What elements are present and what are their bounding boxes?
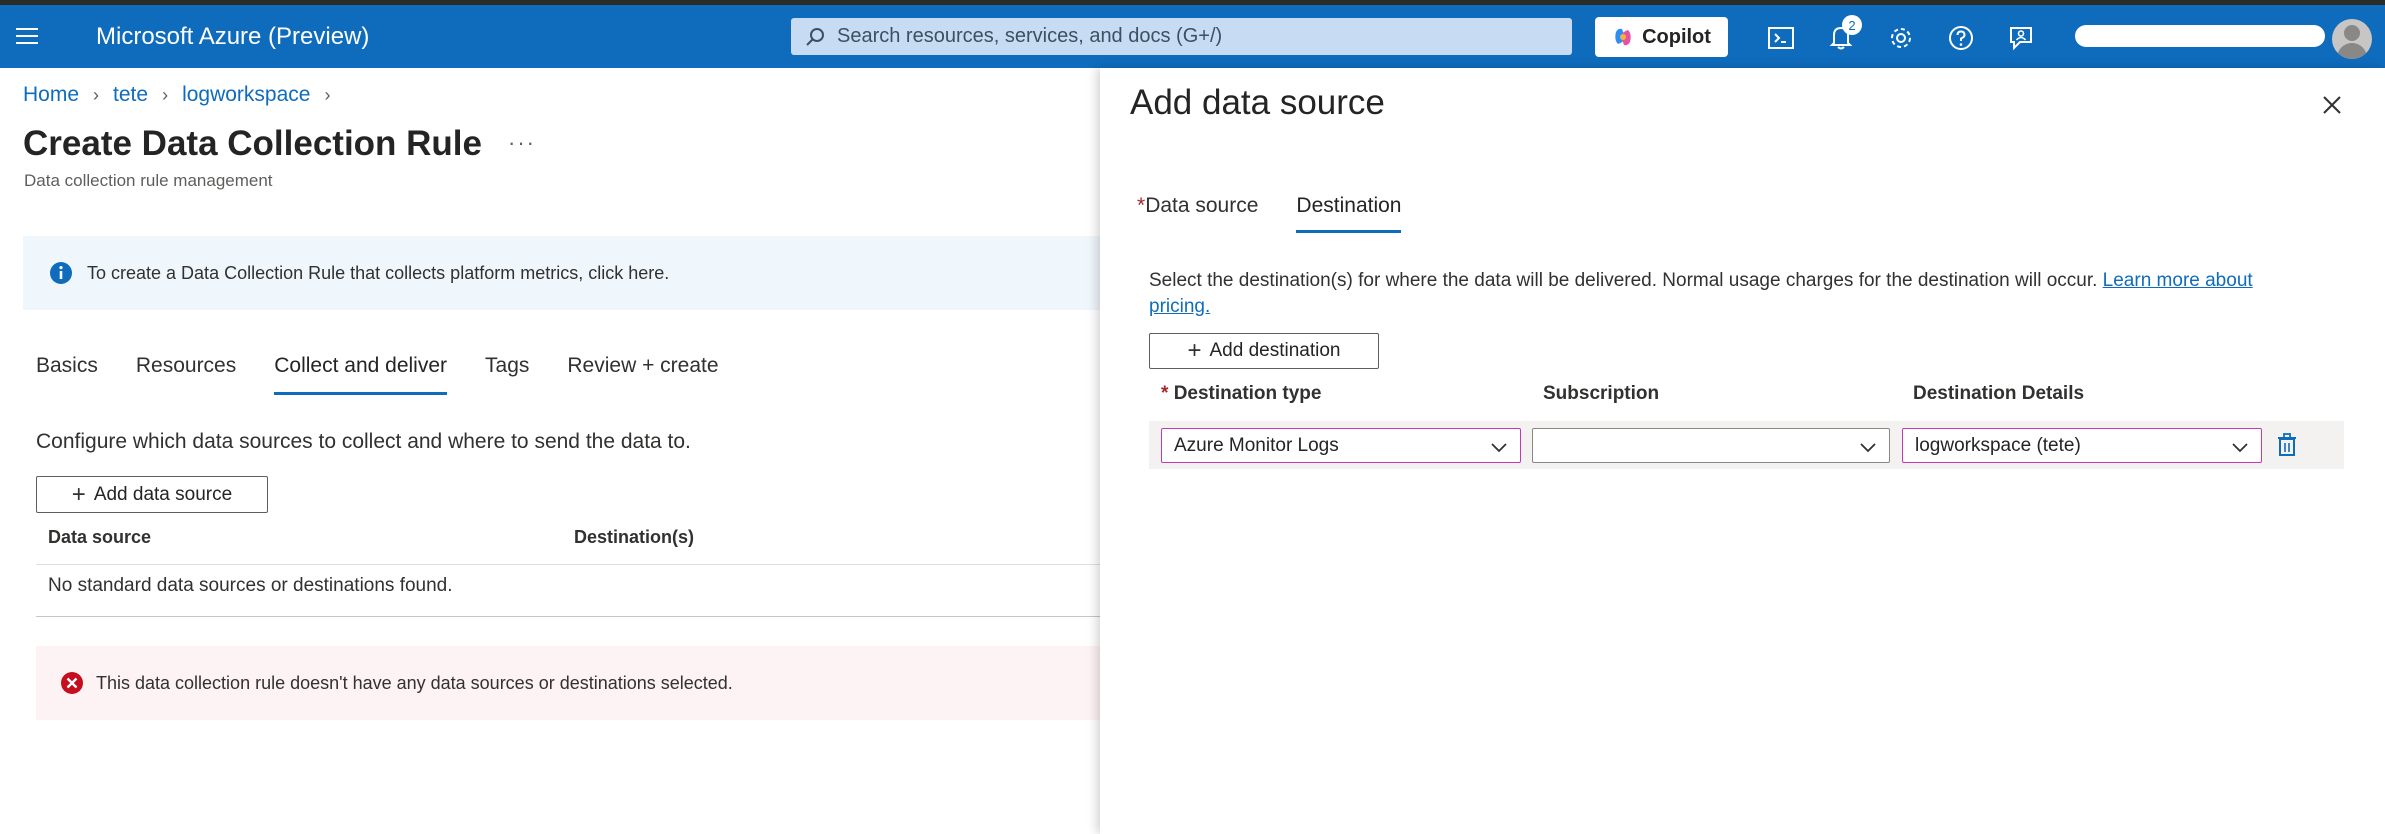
tab-data-source[interactable]: *Data source: [1137, 194, 1258, 233]
breadcrumb-home[interactable]: Home: [23, 83, 79, 107]
copilot-label: Copilot: [1642, 25, 1711, 48]
search-placeholder: Search resources, services, and docs (G+…: [837, 25, 1223, 47]
search-box[interactable]: Search resources, services, and docs (G+…: [791, 18, 1572, 55]
destination-type-header-label: Destination type: [1173, 383, 1322, 404]
tab-review-create[interactable]: Review + create: [567, 354, 718, 395]
table-header-divider: [36, 564, 1104, 565]
chevron-right-icon: ›: [93, 84, 100, 105]
close-icon[interactable]: [2317, 90, 2347, 120]
tab-basics[interactable]: Basics: [36, 354, 98, 395]
copilot-icon: [1615, 28, 1631, 46]
configure-description: Configure which data sources to collect …: [36, 430, 691, 453]
avatar-icon[interactable]: [2332, 19, 2372, 59]
tab-destination[interactable]: Destination: [1296, 194, 1402, 233]
chevron-down-icon: [1860, 443, 1876, 453]
destination-description-text: Select the destination(s) for where the …: [1149, 270, 2098, 291]
help-icon[interactable]: [1946, 23, 1976, 53]
search-icon: [806, 27, 824, 46]
tab-resources[interactable]: Resources: [136, 354, 236, 395]
column-header-destination-type: * Destination type: [1161, 383, 1322, 405]
page-title: Create Data Collection Rule: [23, 124, 482, 163]
info-icon: [50, 262, 72, 284]
error-banner: This data collection rule doesn't have a…: [36, 646, 1104, 720]
plus-icon: +: [1187, 337, 1202, 364]
info-banner-text: To create a Data Collection Rule that co…: [87, 262, 670, 283]
empty-table-message: No standard data sources or destinations…: [48, 575, 453, 596]
column-header-subscription: Subscription: [1543, 383, 1660, 404]
feedback-icon[interactable]: [2006, 23, 2036, 53]
copilot-button[interactable]: Copilot: [1595, 17, 1728, 57]
add-data-source-panel: Add data source *Data source Destination…: [1100, 68, 2385, 834]
chevron-right-icon: ›: [324, 84, 331, 105]
destination-row: Azure Monitor Logs logworkspace (tete): [1149, 421, 2344, 469]
table-bottom-divider: [36, 616, 1104, 617]
breadcrumb-logworkspace[interactable]: logworkspace: [182, 83, 310, 107]
tab-tags[interactable]: Tags: [485, 354, 529, 395]
chevron-right-icon: ›: [162, 84, 169, 105]
gear-icon[interactable]: [1886, 23, 1916, 53]
add-destination-button[interactable]: + Add destination: [1149, 333, 1379, 369]
chevron-down-icon: [2232, 443, 2248, 453]
wizard-tabs: Basics Resources Collect and deliver Tag…: [36, 354, 719, 395]
tab-collect-and-deliver[interactable]: Collect and deliver: [274, 354, 448, 395]
destination-type-dropdown[interactable]: Azure Monitor Logs: [1161, 428, 1521, 463]
error-banner-text: This data collection rule doesn't have a…: [96, 672, 733, 693]
destination-details-value: logworkspace (tete): [1915, 434, 2081, 456]
info-banner[interactable]: To create a Data Collection Rule that co…: [23, 236, 1103, 310]
account-name-redacted[interactable]: [2075, 25, 2325, 47]
column-header-destinations: Destination(s): [574, 527, 695, 547]
tab-data-source-label: Data source: [1145, 194, 1259, 217]
top-bar: Microsoft Azure (Preview) Search resourc…: [0, 5, 2385, 68]
column-header-destination-details: Destination Details: [1913, 383, 2085, 404]
breadcrumb: Home › tete › logworkspace ›: [23, 83, 330, 107]
column-header-data-source: Data source: [48, 527, 152, 547]
add-data-source-button[interactable]: + Add data source: [36, 476, 268, 513]
bell-icon[interactable]: 2: [1826, 15, 1862, 53]
cloud-shell-icon[interactable]: [1766, 23, 1796, 53]
chevron-down-icon: [1491, 443, 1507, 453]
add-data-source-label: Add data source: [93, 483, 233, 505]
add-destination-label: Add destination: [1209, 340, 1341, 361]
destination-description: Select the destination(s) for where the …: [1149, 268, 2309, 320]
notification-badge: 2: [1842, 15, 1862, 35]
required-marker: *: [1137, 194, 1146, 217]
plus-icon: +: [71, 480, 86, 508]
hamburger-icon[interactable]: [16, 21, 46, 51]
breadcrumb-tete[interactable]: tete: [113, 83, 148, 107]
destination-type-value: Azure Monitor Logs: [1174, 434, 1339, 456]
more-options-icon[interactable]: ···: [508, 130, 536, 156]
panel-tabs: *Data source Destination: [1137, 194, 1402, 233]
required-marker: *: [1161, 383, 1169, 404]
page-subtitle: Data collection rule management: [24, 171, 273, 190]
panel-title: Add data source: [1130, 83, 1385, 122]
delete-icon[interactable]: [2274, 432, 2300, 458]
subscription-dropdown[interactable]: [1532, 428, 1890, 463]
error-icon: [61, 672, 83, 694]
destination-details-dropdown[interactable]: logworkspace (tete): [1902, 428, 2262, 463]
portal-title[interactable]: Microsoft Azure (Preview): [96, 23, 369, 51]
